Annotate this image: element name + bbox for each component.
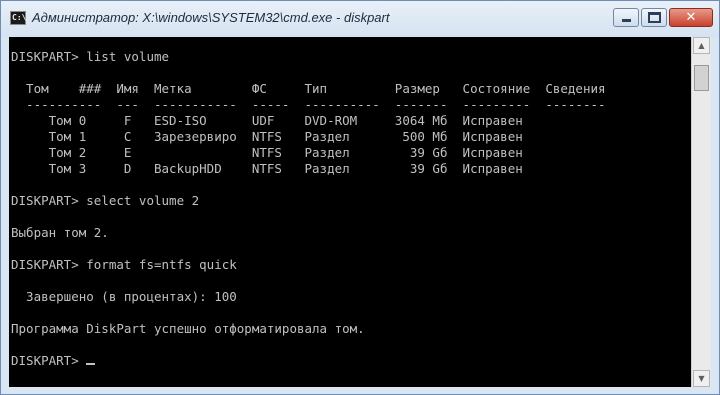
console-line: Том ### Имя Метка ФС Тип Размер Состояни… <box>11 81 606 96</box>
scroll-up-button[interactable]: ▲ <box>693 37 710 54</box>
console-line: Том 1 C Зарезервиро NTFS Раздел 500 Мб И… <box>11 129 523 144</box>
maximize-icon <box>647 12 661 23</box>
console-line: Том 0 F ESD-ISO UDF DVD-ROM 3064 Мб Испр… <box>11 113 523 128</box>
console-line: Том 3 D BackupHDD NTFS Раздел 39 Gб Испр… <box>11 161 523 176</box>
console-line: DISKPART> select volume 2 <box>11 193 200 208</box>
scrollbar-thumb[interactable] <box>694 65 709 91</box>
close-icon: ✕ <box>685 10 697 25</box>
console-line: Том 2 E NTFS Раздел 39 Gб Исправен <box>11 145 523 160</box>
caption-buttons: ✕ <box>613 8 713 29</box>
console-line: DISKPART> list volume <box>11 49 170 64</box>
vertical-scrollbar[interactable]: ▲ ▼ <box>691 37 711 387</box>
minimize-button[interactable] <box>613 8 639 27</box>
console-line: ---------- --- ----------- ----- -------… <box>11 97 606 112</box>
scroll-down-button[interactable]: ▼ <box>693 370 710 387</box>
arrow-up-icon: ▲ <box>698 41 705 50</box>
maximize-button[interactable] <box>641 8 667 27</box>
console-line: Завершено (в процентах): 100 <box>11 289 237 304</box>
cmd-icon[interactable]: C:\ <box>10 11 26 25</box>
text-cursor <box>86 363 96 365</box>
title-bar[interactable]: C:\ Администратор: X:\windows\SYSTEM32\c… <box>1 1 719 37</box>
prompt-text: DISKPART> <box>11 353 87 368</box>
minimize-icon <box>621 19 631 22</box>
arrow-down-icon: ▼ <box>698 374 705 383</box>
close-button[interactable]: ✕ <box>669 8 713 27</box>
prompt-line[interactable]: DISKPART> <box>11 353 96 369</box>
console-line: Программа DiskPart успешно отформатирова… <box>11 321 365 336</box>
console-line: Выбран том 2. <box>11 225 109 240</box>
console-line: DISKPART> format fs=ntfs quick <box>11 257 237 272</box>
console-output[interactable]: DISKPART> list volume Том ### Имя Метка … <box>9 37 691 387</box>
window-title: Администратор: X:\windows\SYSTEM32\cmd.e… <box>32 10 390 25</box>
cmd-window: C:\ Администратор: X:\windows\SYSTEM32\c… <box>0 0 720 395</box>
